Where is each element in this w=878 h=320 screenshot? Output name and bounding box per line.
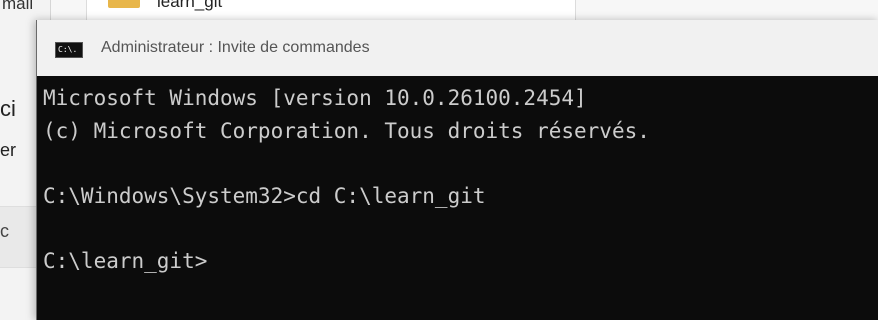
explorer-cell-text: mail bbox=[2, 0, 34, 13]
folder-icon bbox=[108, 0, 140, 8]
explorer-header-row: mail learn_git bbox=[0, 0, 878, 21]
console-line: Microsoft Windows [version 10.0.26100.24… bbox=[43, 86, 587, 110]
console-prompt-line[interactable]: C:\learn_git> bbox=[43, 249, 207, 273]
window-title: Administrateur : Invite de commandes bbox=[101, 39, 370, 56]
explorer-side-button[interactable]: c bbox=[0, 206, 36, 268]
command-prompt-window[interactable]: C:\. Administrateur : Invite de commande… bbox=[36, 20, 878, 320]
explorer-column-cell: mail bbox=[0, 0, 51, 20]
explorer-side-text: ci bbox=[0, 96, 16, 121]
console-output[interactable]: Microsoft Windows [version 10.0.26100.24… bbox=[37, 76, 878, 320]
console-icon: C:\. bbox=[55, 42, 83, 58]
console-line: (c) Microsoft Corporation. Tous droits r… bbox=[43, 119, 650, 143]
console-line: C:\Windows\System32>cd C:\learn_git bbox=[43, 184, 486, 208]
explorer-file-row[interactable]: learn_git bbox=[86, 0, 576, 20]
window-titlebar[interactable]: C:\. Administrateur : Invite de commande… bbox=[37, 20, 878, 77]
explorer-side-text: c bbox=[0, 221, 9, 241]
explorer-side-text: er bbox=[0, 140, 17, 160]
explorer-file-name: learn_git bbox=[157, 0, 223, 11]
